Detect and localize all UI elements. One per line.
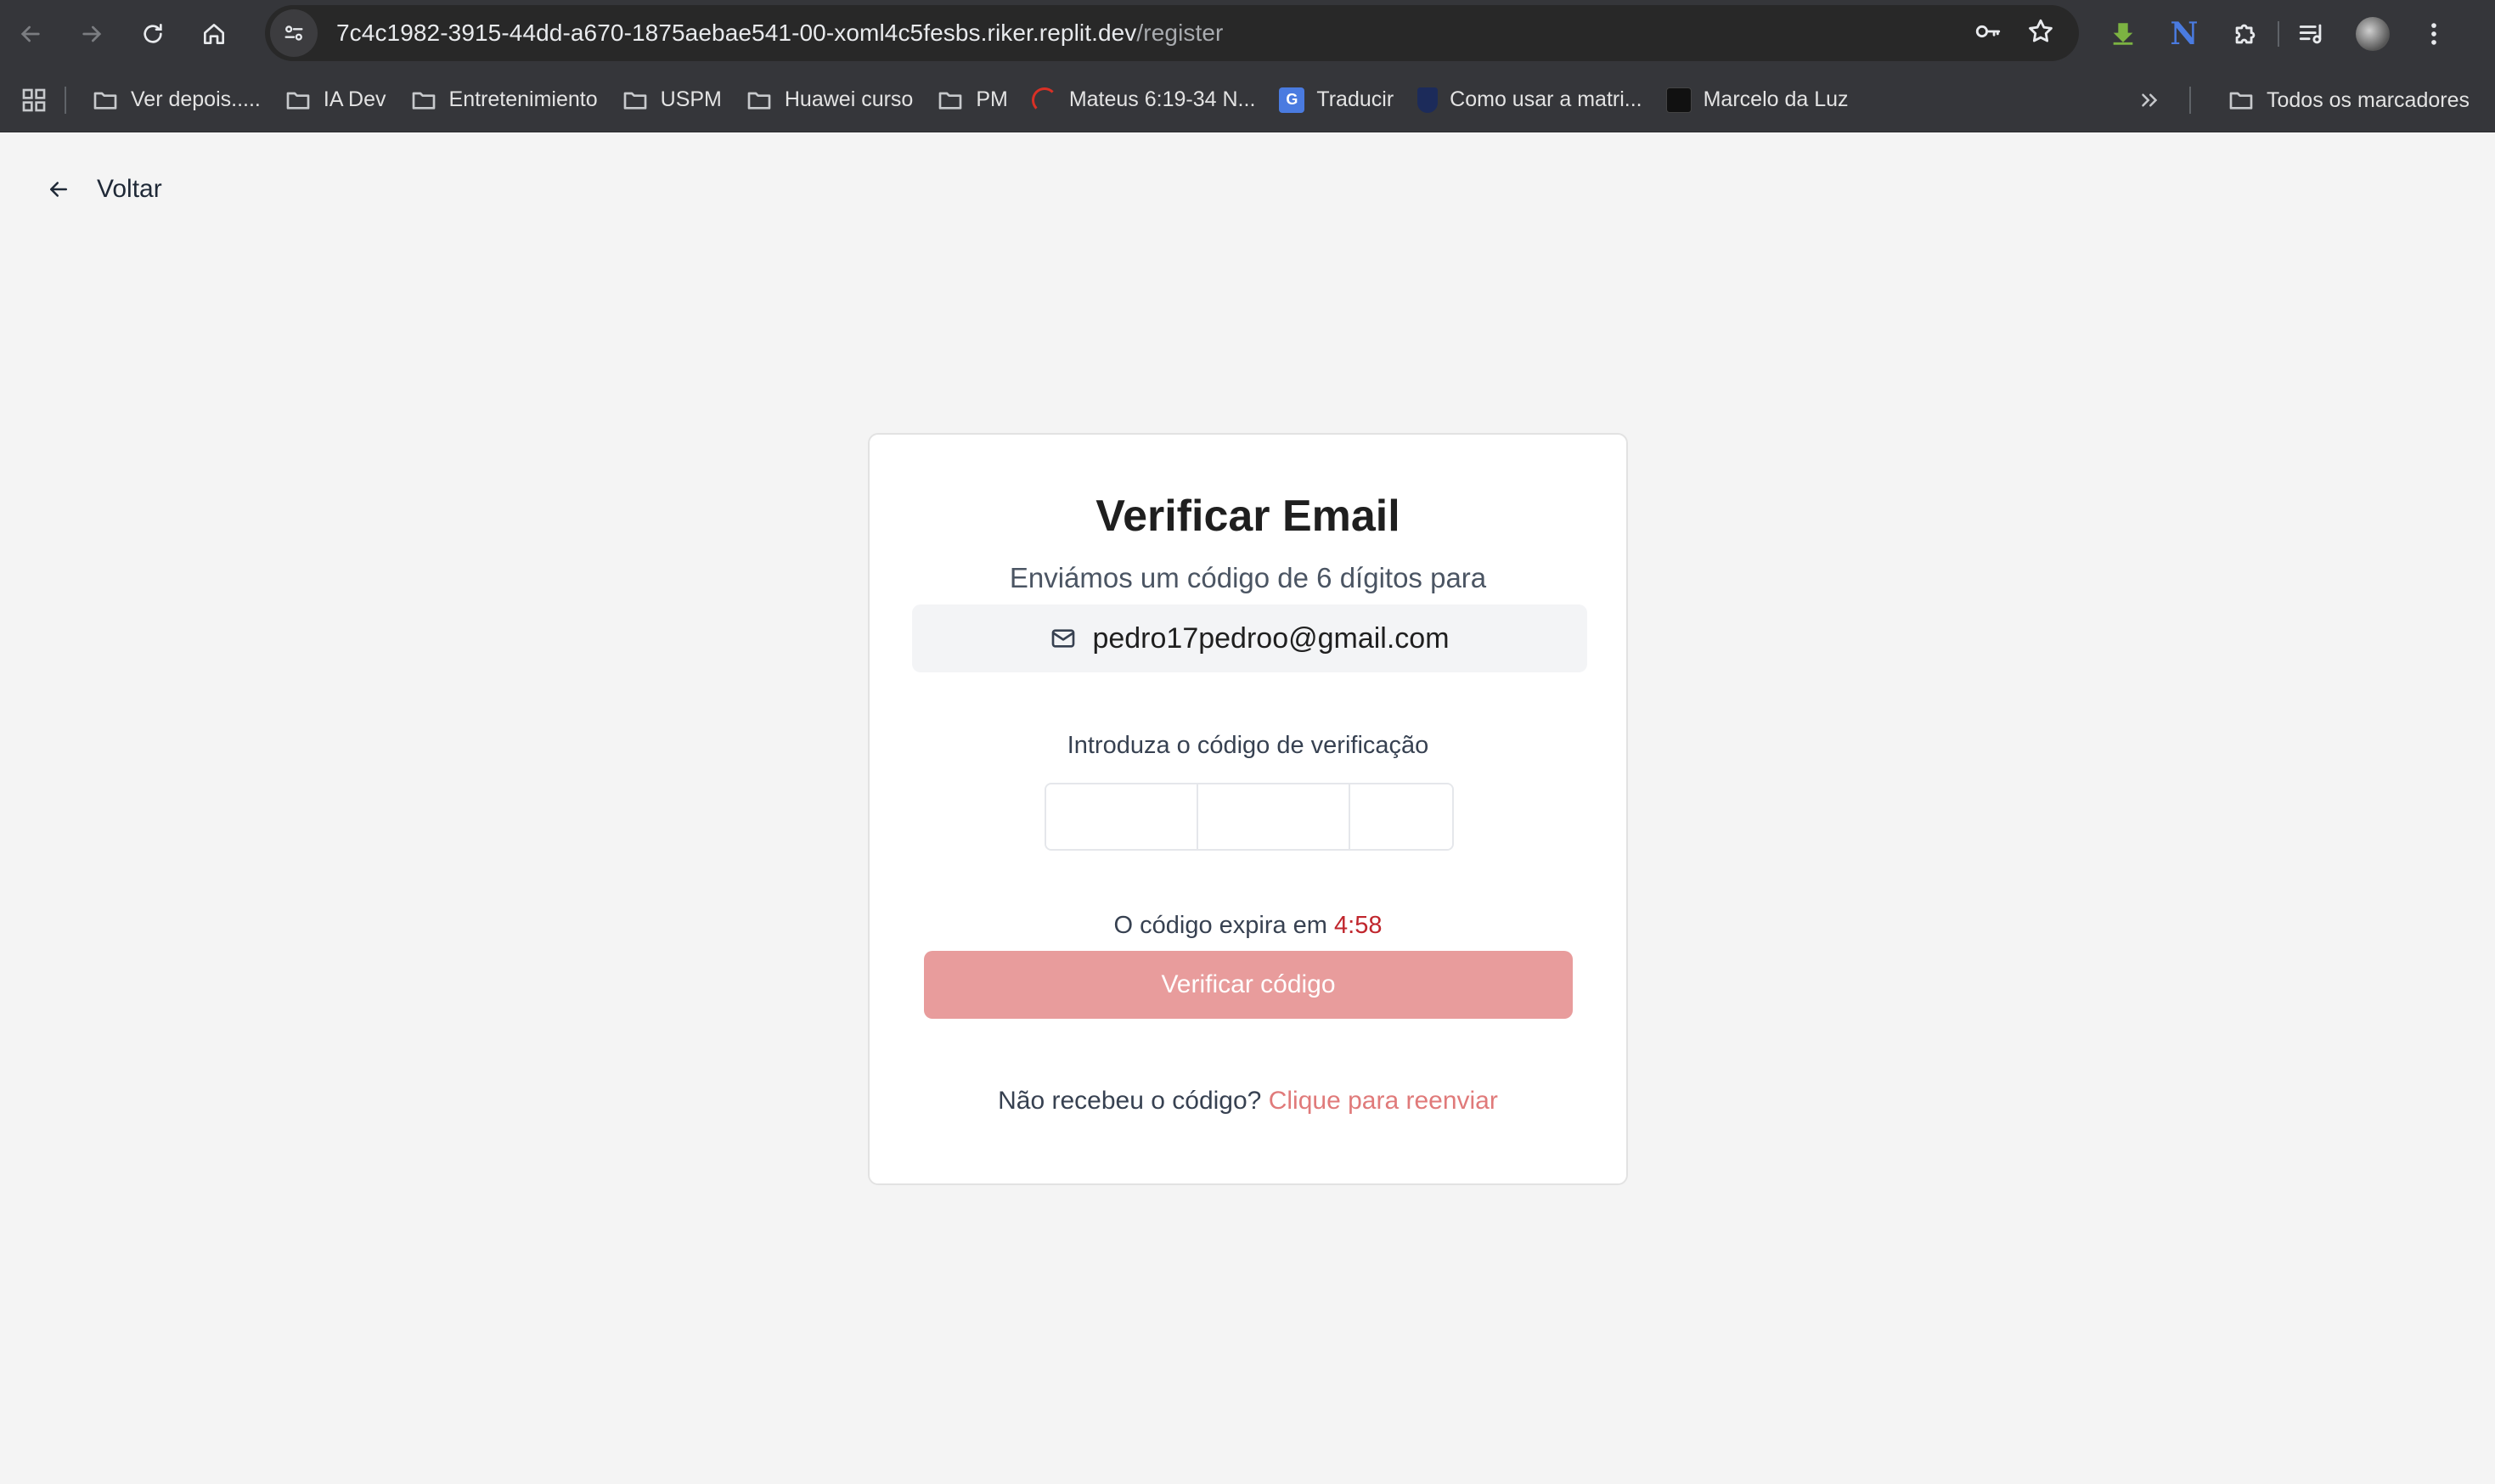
expiry-prefix: O código expira em xyxy=(1113,912,1327,939)
profile-avatar[interactable] xyxy=(2342,0,2403,68)
bookmarks-bar: Ver depois..... IA Dev Entretenimiento U… xyxy=(0,68,2495,132)
mail-icon xyxy=(1052,629,1075,648)
otp-digit-3[interactable] xyxy=(1350,784,1452,849)
verify-code-button[interactable]: Verificar código xyxy=(924,951,1573,1019)
bookmarks-overflow-icon[interactable] xyxy=(2137,68,2205,132)
forward-icon[interactable] xyxy=(61,0,122,68)
bookmarks-divider xyxy=(65,86,66,114)
bookmark-star-icon[interactable] xyxy=(2026,17,2055,50)
site-favicon xyxy=(1665,87,1692,113)
expiry-notice: O código expira em 4:58 xyxy=(870,912,1626,940)
folder-icon xyxy=(412,92,435,110)
bookmark-mateus[interactable]: Mateus 6:19-34 N... xyxy=(1020,79,1268,121)
browser-toolbar: 7c4c1982-3915-44dd-a670-1875aebae541-00-… xyxy=(0,0,2495,68)
arrow-left-icon xyxy=(50,182,67,197)
bookmark-folder-entretenimiento[interactable]: Entretenimiento xyxy=(398,79,610,121)
puzzle-icon[interactable] xyxy=(2215,0,2276,68)
url-path: /register xyxy=(1136,20,1224,46)
n-extension-icon[interactable]: N xyxy=(2154,0,2215,68)
bookmark-folder-ia-dev[interactable]: IA Dev xyxy=(273,79,398,121)
page-content: Voltar Verificar Email Enviámos um códig… xyxy=(0,132,2495,1484)
verify-email-card: Verificar Email Enviámos um código de 6 … xyxy=(868,433,1628,1185)
apps-grid-icon[interactable] xyxy=(17,83,51,117)
otp-digit-1[interactable] xyxy=(1046,784,1198,849)
bookmark-marcelo-da-luz[interactable]: Marcelo da Luz xyxy=(1654,79,1861,121)
all-bookmarks-folder[interactable]: Todos os marcadores xyxy=(2216,79,2481,121)
folder-icon xyxy=(286,92,310,110)
bookmark-traducir[interactable]: G Traducir xyxy=(1267,79,1405,121)
media-icon[interactable] xyxy=(2281,0,2342,68)
bookmark-folder-ver-depois[interactable]: Ver depois..... xyxy=(80,79,273,121)
folder-icon xyxy=(93,92,117,110)
back-link[interactable]: Voltar xyxy=(46,175,162,204)
site-favicon xyxy=(1031,87,1057,113)
download-icon[interactable] xyxy=(2092,0,2154,68)
otp-input-group xyxy=(1045,783,1454,851)
code-label: Introduza o código de verificação xyxy=(1067,732,1429,759)
site-info-icon[interactable] xyxy=(270,9,318,57)
otp-digit-2[interactable] xyxy=(1198,784,1350,849)
back-icon[interactable] xyxy=(0,0,61,68)
home-icon[interactable] xyxy=(183,0,245,68)
resend-row: Não recebeu o código? Clique para reenvi… xyxy=(870,1087,1626,1116)
password-key-icon[interactable] xyxy=(1974,17,2002,50)
bookmark-folder-huawei-curso[interactable]: Huawei curso xyxy=(734,79,925,121)
url-host: 7c4c1982-3915-44dd-a670-1875aebae541-00-… xyxy=(336,20,1137,46)
bookmark-folder-pm[interactable]: PM xyxy=(925,79,1020,121)
folder-icon xyxy=(747,92,771,110)
reload-icon[interactable] xyxy=(122,0,183,68)
folder-icon xyxy=(623,92,646,110)
toolbar-divider xyxy=(2278,21,2279,47)
address-bar[interactable]: 7c4c1982-3915-44dd-a670-1875aebae541-00-… xyxy=(265,5,2079,61)
back-label: Voltar xyxy=(97,175,162,203)
resend-prompt: Não recebeu o código? xyxy=(998,1087,1262,1115)
folder-icon xyxy=(938,92,962,110)
email-display: pedro17pedroo@gmail.com xyxy=(912,604,1587,672)
bookmark-folder-uspm[interactable]: USPM xyxy=(610,79,734,121)
translate-favicon: G xyxy=(1279,87,1305,113)
bookmark-como-usar[interactable]: Como usar a matri... xyxy=(1405,79,1653,121)
subtitle: Enviámos um código de 6 dígitos para xyxy=(1009,562,1487,593)
page-title: Verificar Email xyxy=(1095,492,1400,541)
bookmarks-divider xyxy=(2189,87,2191,114)
email-address: pedro17pedroo@gmail.com xyxy=(1092,621,1450,655)
expiry-countdown: 4:58 xyxy=(1334,912,1383,939)
menu-icon[interactable] xyxy=(2403,0,2464,68)
url-text[interactable]: 7c4c1982-3915-44dd-a670-1875aebae541-00-… xyxy=(336,20,1223,47)
resend-link[interactable]: Clique para reenviar xyxy=(1269,1087,1498,1115)
folder-icon xyxy=(2229,92,2253,110)
shield-favicon xyxy=(1417,87,1439,113)
